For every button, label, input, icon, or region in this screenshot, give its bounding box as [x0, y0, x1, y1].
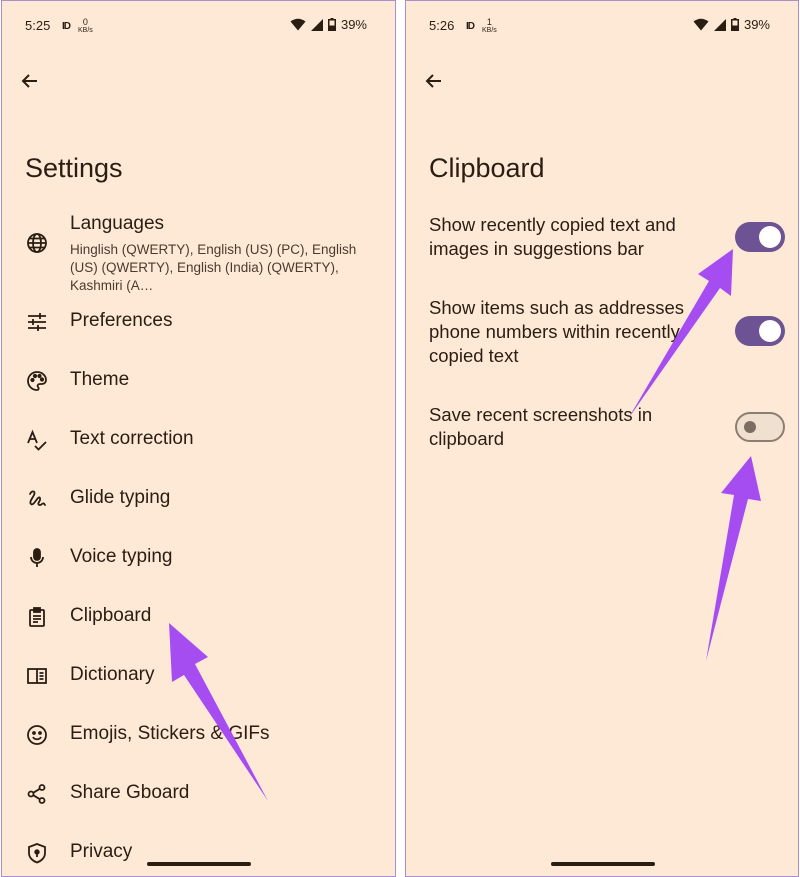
- toggle-screenshots[interactable]: [735, 412, 785, 442]
- toggle-knob: [759, 320, 781, 342]
- setting-label: Save recent screenshots in clipboard: [429, 404, 653, 449]
- home-indicator[interactable]: [147, 862, 251, 866]
- battery-icon: [327, 18, 336, 31]
- menu-subtitle: Hinglish (QWERTY), English (US) (PC), En…: [70, 242, 357, 293]
- gesture-icon: [25, 487, 49, 511]
- menu-label: Clipboard: [70, 605, 152, 626]
- settings-screen: 5:25 ID 0 KB/s 39% Settings Languages Hi…: [1, 0, 396, 877]
- toggle-suggestions-bar[interactable]: [735, 222, 785, 252]
- setting-row-suggestions-bar[interactable]: Show recently copied text and images in …: [406, 213, 798, 273]
- menu-item-languages[interactable]: Languages Hinglish (QWERTY), English (US…: [2, 213, 395, 293]
- menu-item-clipboard[interactable]: Clipboard: [2, 603, 395, 631]
- share-icon: [25, 782, 49, 806]
- status-bar: 5:26 ID 1 KB/s 39%: [406, 1, 798, 49]
- toggle-knob: [744, 421, 756, 433]
- menu-label: Share Gboard: [70, 782, 190, 803]
- menu-label: Privacy: [70, 841, 133, 862]
- setting-label: Show recently copied text and images in …: [429, 214, 676, 259]
- menu-item-emojis[interactable]: Emojis, Stickers & GIFs: [2, 721, 395, 749]
- home-indicator[interactable]: [551, 862, 655, 866]
- menu-label: Languages: [70, 213, 165, 234]
- menu-item-text-correction[interactable]: Text correction: [2, 426, 395, 454]
- menu-label: Theme: [70, 369, 130, 390]
- palette-icon: [25, 369, 49, 393]
- globe-icon: [25, 231, 49, 255]
- menu-label: Emojis, Stickers & GIFs: [70, 723, 270, 744]
- menu-label: Dictionary: [70, 664, 155, 685]
- battery-percent: 39%: [743, 17, 770, 32]
- menu-label: Glide typing: [70, 487, 171, 508]
- menu-item-theme[interactable]: Theme: [2, 367, 395, 395]
- menu-item-share-gboard[interactable]: Share Gboard: [2, 780, 395, 808]
- microphone-icon: [25, 546, 49, 570]
- toggle-knob: [759, 226, 781, 248]
- sliders-icon: [25, 310, 49, 334]
- status-time: 5:25: [25, 18, 51, 33]
- menu-label: Preferences: [70, 310, 173, 331]
- cell-signal-icon: [713, 18, 726, 31]
- back-button[interactable]: [18, 69, 42, 93]
- spellcheck-icon: [25, 428, 49, 452]
- network-speed-indicator: 1 KB/s: [482, 17, 497, 35]
- setting-row-addresses-phone[interactable]: Show items such as addresses phone numbe…: [406, 296, 798, 372]
- setting-row-screenshots[interactable]: Save recent screenshots in clipboard: [406, 403, 798, 455]
- menu-item-preferences[interactable]: Preferences: [2, 308, 395, 336]
- shield-icon: [25, 841, 49, 865]
- book-icon: [25, 664, 49, 688]
- toggle-addresses-phone[interactable]: [735, 316, 785, 346]
- setting-label: Show items such as addresses phone numbe…: [429, 297, 685, 366]
- page-title: Settings: [25, 153, 123, 183]
- cell-signal-icon: [310, 18, 323, 31]
- menu-item-dictionary[interactable]: Dictionary: [2, 662, 395, 690]
- id-notification-icon: ID: [62, 20, 71, 32]
- clipboard-icon: [25, 605, 49, 629]
- back-button[interactable]: [422, 69, 446, 93]
- menu-item-glide-typing[interactable]: Glide typing: [2, 485, 395, 513]
- clipboard-screen: 5:26 ID 1 KB/s 39% Clipboard Show recent…: [405, 0, 799, 877]
- emoji-icon: [25, 723, 49, 747]
- page-title: Clipboard: [429, 153, 545, 183]
- id-notification-icon: ID: [466, 20, 475, 32]
- status-bar: 5:25 ID 0 KB/s 39%: [2, 1, 395, 49]
- battery-icon: [730, 18, 739, 31]
- status-time: 5:26: [429, 18, 455, 33]
- battery-percent: 39%: [340, 17, 367, 32]
- wifi-icon: [693, 18, 709, 31]
- arrow-back-icon: [21, 74, 37, 88]
- menu-label: Text correction: [70, 428, 194, 449]
- wifi-icon: [290, 18, 306, 31]
- menu-item-voice-typing[interactable]: Voice typing: [2, 544, 395, 572]
- menu-label: Voice typing: [70, 546, 173, 567]
- network-speed-indicator: 0 KB/s: [78, 17, 93, 35]
- arrow-back-icon: [425, 74, 441, 88]
